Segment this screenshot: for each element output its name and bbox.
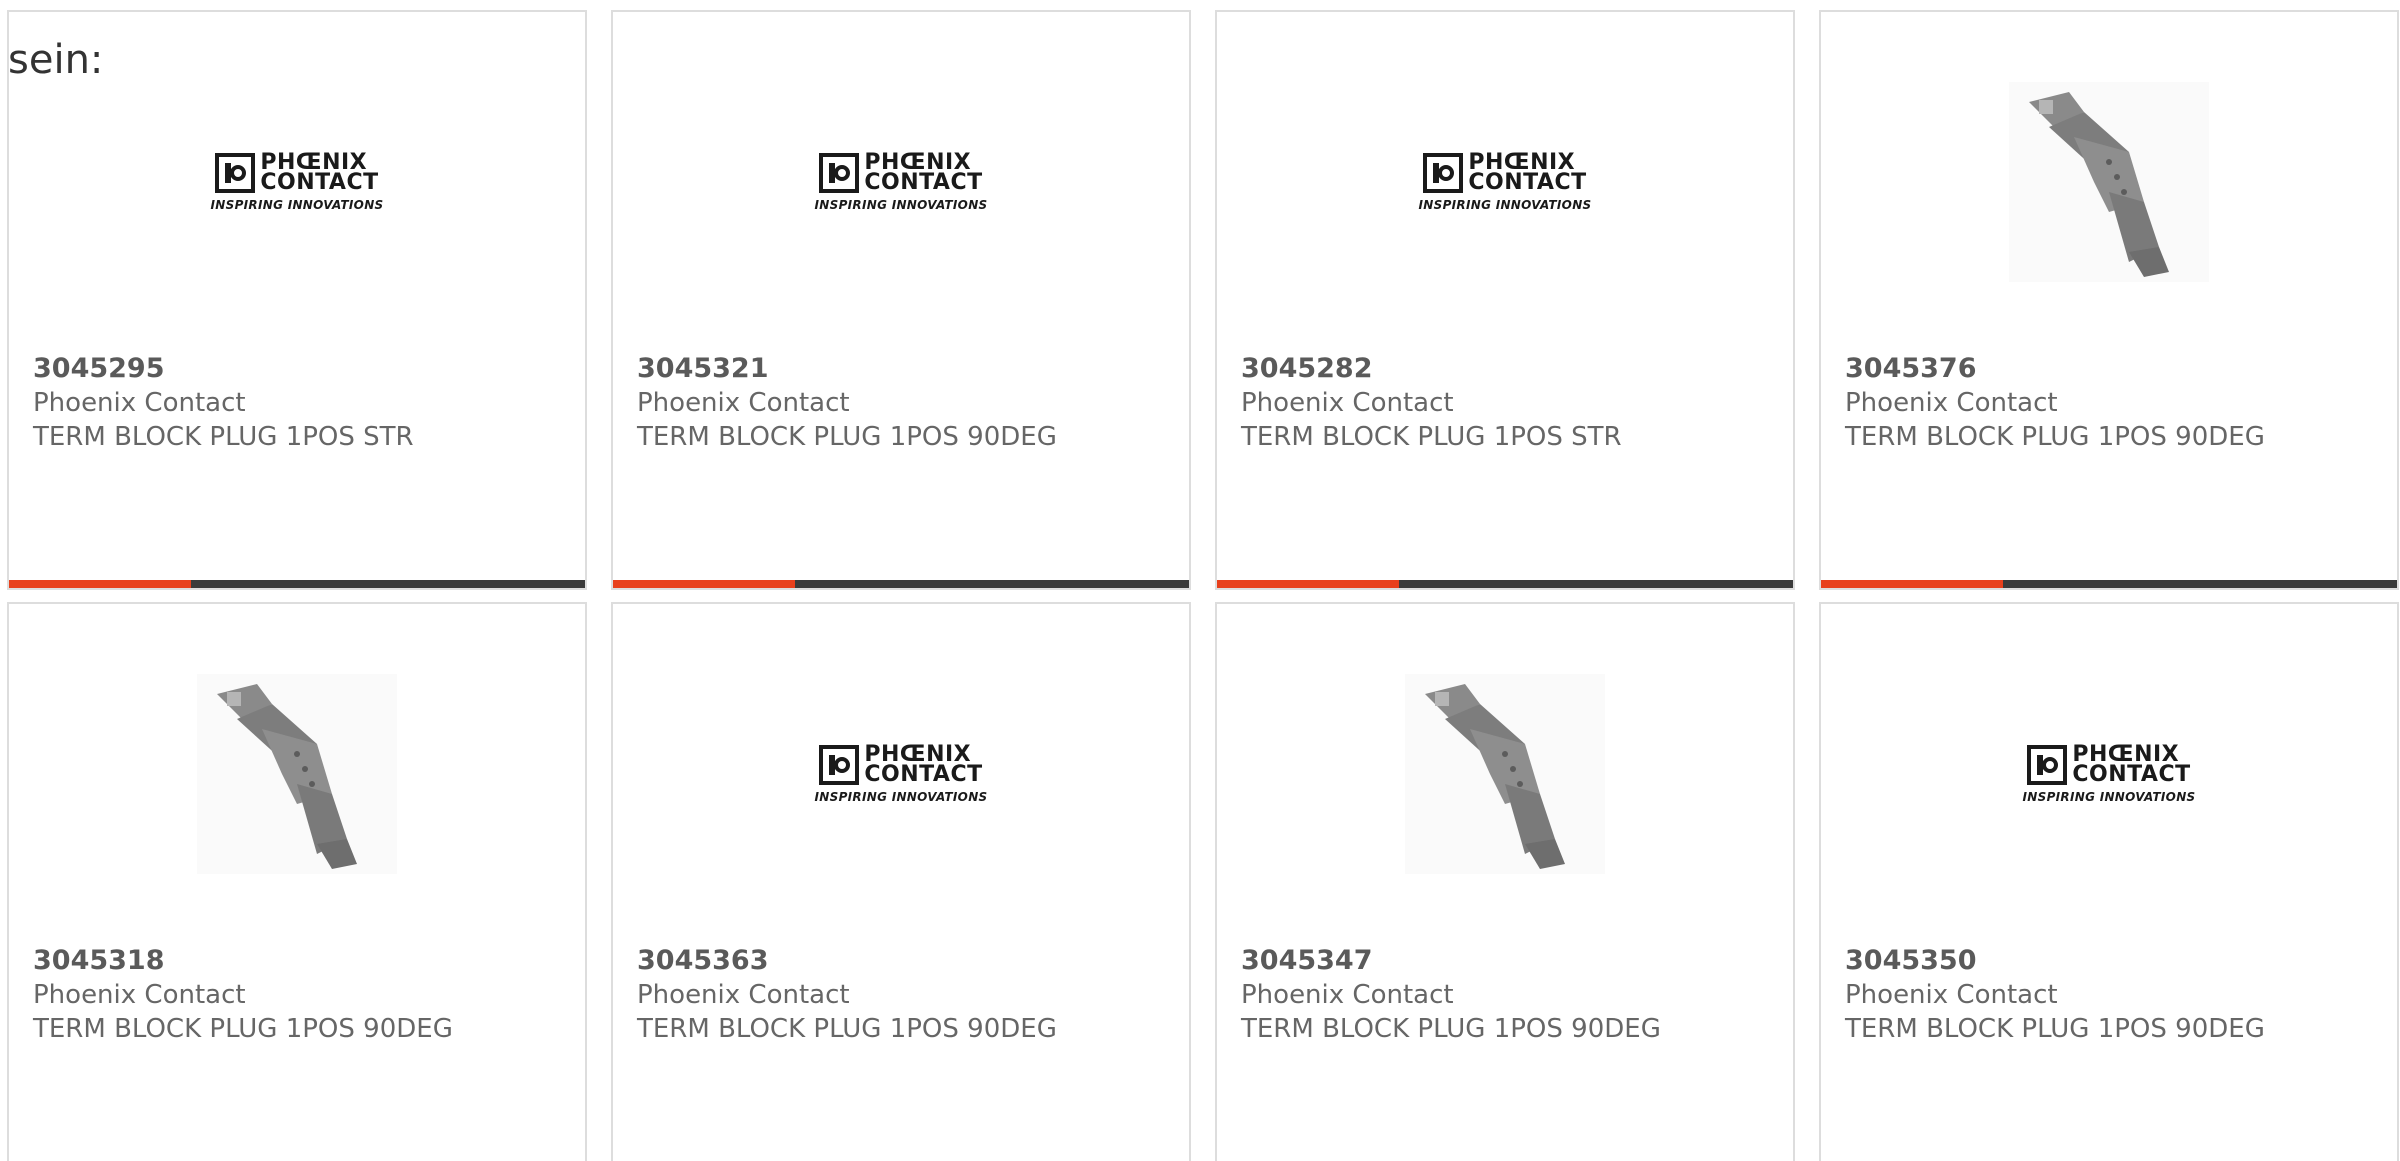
product-description: TERM BLOCK PLUG 1POS 90DEG	[1845, 422, 2265, 452]
product-image[interactable]: PHŒNIX CONTACT INSPIRING INNOVATIONS	[613, 664, 1189, 884]
phoenix-contact-logo: PHŒNIX CONTACT INSPIRING INNOVATIONS	[814, 149, 988, 212]
product-card[interactable]: 3045318 Phoenix Contact TERM BLOCK PLUG …	[7, 602, 587, 1161]
manufacturer: Phoenix Contact	[1845, 388, 2058, 418]
phoenix-contact-logo: PHŒNIX CONTACT INSPIRING INNOVATIONS	[1418, 149, 1592, 212]
accent-segment	[9, 580, 191, 588]
part-number[interactable]: 3045318	[33, 944, 575, 978]
product-info: 3045376 Phoenix Contact TERM BLOCK PLUG …	[1845, 352, 2387, 454]
product-info: 3045350 Phoenix Contact TERM BLOCK PLUG …	[1845, 944, 2387, 1046]
terminal-block-plug-photo	[2009, 82, 2209, 282]
card-accent-bar	[9, 580, 585, 588]
manufacturer: Phoenix Contact	[637, 980, 850, 1010]
terminal-block-plug-photo	[1405, 674, 1605, 874]
product-image[interactable]	[1821, 72, 2397, 292]
card-accent-bar	[1217, 580, 1793, 588]
part-number[interactable]: 3045321	[637, 352, 1179, 386]
accent-segment	[613, 580, 795, 588]
manufacturer: Phoenix Contact	[637, 388, 850, 418]
product-description: TERM BLOCK PLUG 1POS 90DEG	[1845, 1014, 2265, 1044]
part-number[interactable]: 3045282	[1241, 352, 1783, 386]
product-card[interactable]: 3045376 Phoenix Contact TERM BLOCK PLUG …	[1819, 10, 2399, 590]
part-number[interactable]: 3045295	[33, 352, 575, 386]
phoenix-contact-logo: PHŒNIX CONTACT INSPIRING INNOVATIONS	[814, 741, 988, 804]
part-number[interactable]: 3045347	[1241, 944, 1783, 978]
part-number[interactable]: 3045363	[637, 944, 1179, 978]
manufacturer: Phoenix Contact	[1845, 980, 2058, 1010]
card-accent-bar	[613, 580, 1189, 588]
phoenix-contact-logo: PHŒNIX CONTACT INSPIRING INNOVATIONS	[2022, 741, 2196, 804]
product-card[interactable]: PHŒNIX CONTACT INSPIRING INNOVATIONS 304…	[1819, 602, 2399, 1161]
product-image[interactable]	[9, 664, 585, 884]
product-info: 3045347 Phoenix Contact TERM BLOCK PLUG …	[1241, 944, 1783, 1046]
manufacturer: Phoenix Contact	[1241, 980, 1454, 1010]
product-info: 3045321 Phoenix Contact TERM BLOCK PLUG …	[637, 352, 1179, 454]
product-description: TERM BLOCK PLUG 1POS STR	[33, 422, 414, 452]
product-info: 3045363 Phoenix Contact TERM BLOCK PLUG …	[637, 944, 1179, 1046]
product-info: 3045295 Phoenix Contact TERM BLOCK PLUG …	[33, 352, 575, 454]
manufacturer: Phoenix Contact	[33, 980, 246, 1010]
product-description: TERM BLOCK PLUG 1POS 90DEG	[637, 1014, 1057, 1044]
product-description: TERM BLOCK PLUG 1POS 90DEG	[1241, 1014, 1661, 1044]
phoenix-contact-mark-icon	[819, 152, 860, 193]
product-image[interactable]: PHŒNIX CONTACT INSPIRING INNOVATIONS	[1821, 664, 2397, 884]
manufacturer: Phoenix Contact	[1241, 388, 1454, 418]
terminal-block-plug-photo	[197, 674, 397, 874]
product-grid: PHŒNIX CONTACT INSPIRING INNOVATIONS 304…	[7, 10, 2399, 1161]
product-info: 3045318 Phoenix Contact TERM BLOCK PLUG …	[33, 944, 575, 1046]
product-description: TERM BLOCK PLUG 1POS STR	[1241, 422, 1622, 452]
product-listing-page: sein: PHŒNIX CONTACT INSPIRING INNOVATIO…	[0, 0, 2400, 1161]
phoenix-contact-logo: PHŒNIX CONTACT INSPIRING INNOVATIONS	[210, 149, 384, 212]
part-number[interactable]: 3045350	[1845, 944, 2387, 978]
product-card[interactable]: PHŒNIX CONTACT INSPIRING INNOVATIONS 304…	[7, 10, 587, 590]
product-card[interactable]: PHŒNIX CONTACT INSPIRING INNOVATIONS 304…	[611, 10, 1191, 590]
accent-segment	[1217, 580, 1399, 588]
product-image[interactable]: PHŒNIX CONTACT INSPIRING INNOVATIONS	[9, 72, 585, 292]
product-card[interactable]: 3045347 Phoenix Contact TERM BLOCK PLUG …	[1215, 602, 1795, 1161]
intro-text: sein:	[8, 37, 104, 83]
phoenix-contact-mark-icon	[1423, 152, 1464, 193]
product-image[interactable]	[1217, 664, 1793, 884]
product-description: TERM BLOCK PLUG 1POS 90DEG	[33, 1014, 453, 1044]
product-image[interactable]: PHŒNIX CONTACT INSPIRING INNOVATIONS	[613, 72, 1189, 292]
product-description: TERM BLOCK PLUG 1POS 90DEG	[637, 422, 1057, 452]
card-accent-bar	[1821, 580, 2397, 588]
product-card[interactable]: PHŒNIX CONTACT INSPIRING INNOVATIONS 304…	[1215, 10, 1795, 590]
manufacturer: Phoenix Contact	[33, 388, 246, 418]
product-image[interactable]: PHŒNIX CONTACT INSPIRING INNOVATIONS	[1217, 72, 1793, 292]
product-card[interactable]: PHŒNIX CONTACT INSPIRING INNOVATIONS 304…	[611, 602, 1191, 1161]
product-info: 3045282 Phoenix Contact TERM BLOCK PLUG …	[1241, 352, 1783, 454]
phoenix-contact-mark-icon	[2027, 744, 2068, 785]
part-number[interactable]: 3045376	[1845, 352, 2387, 386]
phoenix-contact-mark-icon	[215, 152, 256, 193]
phoenix-contact-mark-icon	[819, 744, 860, 785]
accent-segment	[1821, 580, 2003, 588]
